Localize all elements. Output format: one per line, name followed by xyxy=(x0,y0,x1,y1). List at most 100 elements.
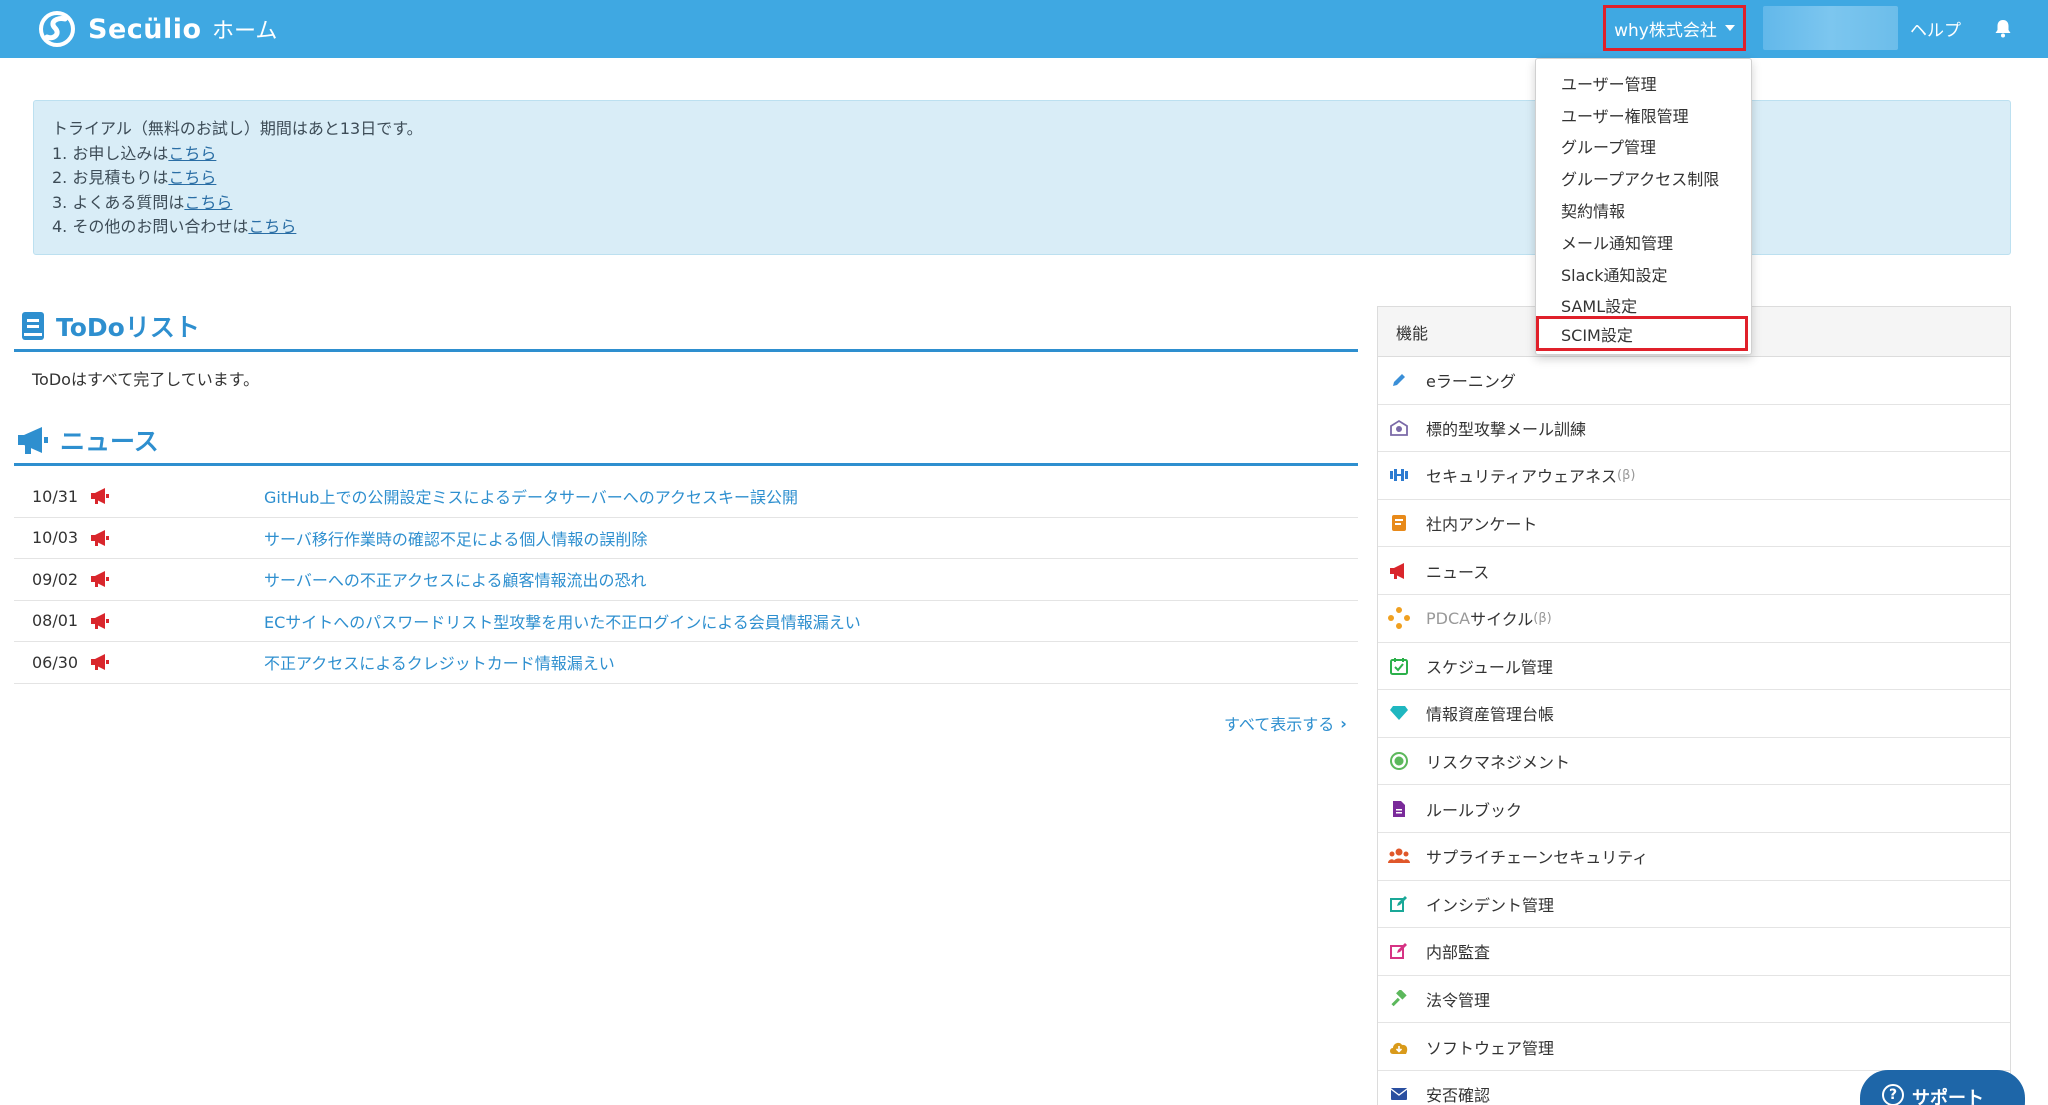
see-all-label: すべて表示する xyxy=(1224,715,1335,734)
feature-label: 標的型攻撃メール訓練 xyxy=(1426,419,1587,439)
top-navbar: Secülio ホーム why株式会社 ヘルプ xyxy=(0,0,2048,58)
megaphone-icon xyxy=(91,571,109,588)
menu-user-permissions[interactable]: ユーザー権限管理 xyxy=(1536,99,1751,131)
news-date: 09/02 xyxy=(32,569,79,589)
dumbbell-icon xyxy=(1388,465,1410,485)
edit-icon xyxy=(1388,894,1410,914)
company-dropdown-menu: ユーザー管理 ユーザー権限管理 グループ管理 グループアクセス制限 契約情報 メ… xyxy=(1535,58,1752,355)
megaphone-icon xyxy=(18,427,48,454)
news-date: 10/31 xyxy=(32,486,79,506)
beta-badge: (β) xyxy=(1617,467,1636,483)
feature-rulebook[interactable]: ルールブック xyxy=(1378,785,2010,833)
faq-link[interactable]: こちら xyxy=(184,193,232,212)
help-link[interactable]: ヘルプ xyxy=(1910,16,1961,41)
feature-survey[interactable]: 社内アンケート xyxy=(1378,500,2010,548)
feature-label: 情報資産管理台帳 xyxy=(1426,705,1555,725)
envelope-icon xyxy=(1388,1084,1410,1104)
company-dropdown-toggle[interactable]: why株式会社 xyxy=(1603,5,1746,51)
chevron-right-icon: › xyxy=(1340,713,1347,733)
todo-empty-message: ToDoはすべて完了しています。 xyxy=(32,370,260,389)
feature-label: ソフトウェア管理 xyxy=(1426,1038,1555,1058)
gavel-icon xyxy=(1388,989,1410,1009)
feature-supply-chain[interactable]: サプライチェーンセキュリティ xyxy=(1378,833,2010,881)
bell-icon[interactable] xyxy=(1993,18,2013,38)
news-link[interactable]: サーバーへの不正アクセスによる顧客情報流出の恐れ xyxy=(264,567,647,591)
feature-security-awareness[interactable]: セキュリティアウェアネス (β) xyxy=(1378,452,2010,500)
menu-scim-settings[interactable]: SCIM設定 xyxy=(1536,316,1748,351)
caret-down-icon xyxy=(1724,25,1735,31)
feature-label: リスクマネジメント xyxy=(1426,753,1571,773)
cloud-download-icon xyxy=(1388,1037,1410,1057)
news-link[interactable]: サーバ移行作業時の確認不足による個人情報の誤削除 xyxy=(264,526,647,550)
megaphone-icon xyxy=(91,612,109,629)
see-all-news-link[interactable]: すべて表示する › xyxy=(1224,711,1347,735)
beta-badge: (β) xyxy=(1533,610,1552,626)
news-row[interactable]: 06/30 不正アクセスによるクレジットカード情報漏えい xyxy=(14,642,1358,684)
estimate-link[interactable]: こちら xyxy=(168,168,216,187)
menu-contract-info[interactable]: 契約情報 xyxy=(1536,194,1751,226)
news-row[interactable]: 09/02 サーバーへの不正アクセスによる顧客情報流出の恐れ xyxy=(14,559,1358,601)
alert-item-text: 3. よくある質問は xyxy=(52,192,185,212)
feature-label: ニュース xyxy=(1426,562,1490,582)
menu-group-management[interactable]: グループ管理 xyxy=(1536,131,1751,163)
brand-name: Secülio xyxy=(88,13,202,45)
feature-internal-audit[interactable]: 内部監査 xyxy=(1378,928,2010,976)
feature-asset-ledger[interactable]: 情報資産管理台帳 xyxy=(1378,690,2010,738)
edit-pink-icon xyxy=(1388,941,1410,961)
feature-risk-management[interactable]: リスクマネジメント xyxy=(1378,738,2010,786)
feature-legal[interactable]: 法令管理 xyxy=(1378,976,2010,1024)
question-icon: ? xyxy=(1882,1084,1904,1105)
feature-news[interactable]: ニュース xyxy=(1378,547,2010,595)
users-icon xyxy=(1388,846,1410,866)
feature-label: eラーニング xyxy=(1426,372,1516,392)
news-row[interactable]: 10/03 サーバ移行作業時の確認不足による個人情報の誤削除 xyxy=(14,518,1358,559)
megaphone-icon xyxy=(91,654,109,671)
feature-label: スケジュール管理 xyxy=(1426,657,1553,677)
menu-mail-notification[interactable]: メール通知管理 xyxy=(1536,226,1751,258)
support-button[interactable]: ? サポート xyxy=(1860,1070,2025,1105)
news-link[interactable]: ECサイトへのパスワードリスト型攻撃を用いた不正ログインによる会員情報漏えい xyxy=(264,609,861,633)
cycle-icon xyxy=(1388,607,1410,630)
feature-incident[interactable]: インシデント管理 xyxy=(1378,881,2010,929)
news-row[interactable]: 10/31 GitHub上での公開設定ミスによるデータサーバーへのアクセスキー誤… xyxy=(14,476,1358,518)
todo-title: ToDoリスト xyxy=(56,313,200,342)
alert-item-text: 4. その他のお問い合わせは xyxy=(52,217,249,236)
seculio-logo-icon xyxy=(39,11,75,47)
alert-item-text: 1. お申し込みは xyxy=(52,143,169,163)
apply-link[interactable]: こちら xyxy=(168,144,216,163)
feature-label: 安否確認 xyxy=(1426,1086,1491,1105)
user-menu[interactable] xyxy=(1763,6,1898,50)
menu-user-management[interactable]: ユーザー管理 xyxy=(1536,67,1751,99)
brand-logo[interactable]: Secülio xyxy=(38,10,202,48)
contact-link[interactable]: こちら xyxy=(248,217,296,236)
todo-section-header: ToDoリスト xyxy=(14,303,1358,352)
feature-label: 内部監査 xyxy=(1426,943,1491,963)
feature-schedule[interactable]: スケジュール管理 xyxy=(1378,643,2010,691)
feature-software[interactable]: ソフトウェア管理 xyxy=(1378,1023,2010,1071)
news-link[interactable]: 不正アクセスによるクレジットカード情報漏えい xyxy=(264,650,615,674)
support-label: サポート xyxy=(1912,1088,1984,1105)
feature-phishing-training[interactable]: 標的型攻撃メール訓練 xyxy=(1378,405,2010,453)
news-link[interactable]: GitHub上での公開設定ミスによるデータサーバーへのアクセスキー誤公開 xyxy=(264,484,798,508)
feature-pdca[interactable]: PDCA サイクル (β) xyxy=(1378,595,2010,643)
news-section-header: ニュース xyxy=(14,417,1358,466)
feature-elearning[interactable]: eラーニング xyxy=(1378,357,2010,405)
nav-home-link[interactable]: ホーム xyxy=(212,13,277,45)
pencil-icon xyxy=(1388,370,1410,390)
shield-icon xyxy=(1388,751,1410,771)
feature-label-prefix: PDCA xyxy=(1426,608,1471,628)
megaphone-icon xyxy=(91,529,109,546)
document-icon xyxy=(1388,799,1410,819)
menu-slack-notification[interactable]: Slack通知設定 xyxy=(1536,258,1751,290)
menu-group-access-restriction[interactable]: グループアクセス制限 xyxy=(1536,162,1751,194)
news-date: 10/03 xyxy=(32,528,79,548)
feature-label: 社内アンケート xyxy=(1426,515,1538,535)
feature-label: サプライチェーンセキュリティ xyxy=(1426,848,1649,868)
news-row[interactable]: 08/01 ECサイトへのパスワードリスト型攻撃を用いた不正ログインによる会員情… xyxy=(14,601,1358,642)
alert-item-text: 2. お見積もりは xyxy=(52,168,169,187)
feature-label: サイクル xyxy=(1470,610,1534,630)
news-list: 10/31 GitHub上での公開設定ミスによるデータサーバーへのアクセスキー誤… xyxy=(14,476,1358,684)
features-panel: 機能 eラーニング 標的型攻撃メール訓練 セキュリティアウェアネス (β) 社内ア… xyxy=(1377,306,2011,1105)
megaphone-icon xyxy=(1388,561,1410,581)
feature-label: 法令管理 xyxy=(1426,991,1491,1011)
